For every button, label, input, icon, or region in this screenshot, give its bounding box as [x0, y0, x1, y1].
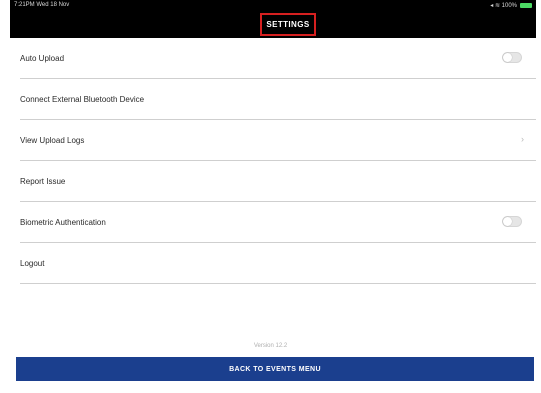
setting-auto-upload[interactable]: Auto Upload: [10, 38, 536, 79]
setting-report-issue[interactable]: Report Issue: [10, 161, 536, 202]
setting-connect-bluetooth[interactable]: Connect External Bluetooth Device: [10, 79, 536, 120]
battery-icon: [520, 3, 532, 8]
toggle-knob: [503, 53, 512, 62]
settings-list: Auto Upload Connect External Bluetooth D…: [10, 38, 536, 284]
auto-upload-toggle[interactable]: [502, 52, 522, 63]
signal-wifi-icon: ◂ ≋ 100%: [490, 3, 517, 9]
page-title-highlight: SETTINGS: [260, 13, 316, 36]
setting-label: View Upload Logs: [20, 136, 85, 145]
back-to-events-button[interactable]: BACK TO EVENTS MENU: [16, 357, 534, 381]
page-title: SETTINGS: [266, 20, 310, 29]
divider: [20, 283, 536, 284]
setting-label: Connect External Bluetooth Device: [20, 95, 145, 104]
setting-label: Report Issue: [20, 177, 66, 186]
setting-label: Logout: [20, 259, 45, 268]
chevron-right-icon: ›: [521, 134, 524, 144]
top-bar: 7:21PM Wed 18 Nov ◂ ≋ 100% SETTINGS: [10, 0, 536, 38]
toggle-knob: [503, 217, 512, 226]
setting-biometric-authentication[interactable]: Biometric Authentication: [10, 202, 536, 243]
version-text: Version 12.2: [253, 343, 288, 349]
setting-view-upload-logs[interactable]: View Upload Logs ›: [10, 120, 536, 161]
back-button-label: BACK TO EVENTS MENU: [229, 365, 321, 373]
biometric-toggle[interactable]: [502, 216, 522, 227]
setting-label: Biometric Authentication: [20, 218, 106, 227]
status-indicators: ◂ ≋ 100%: [490, 2, 532, 9]
status-time: 7:21PM Wed 18 Nov: [14, 2, 70, 8]
setting-label: Auto Upload: [20, 54, 65, 63]
setting-logout[interactable]: Logout: [10, 243, 536, 284]
